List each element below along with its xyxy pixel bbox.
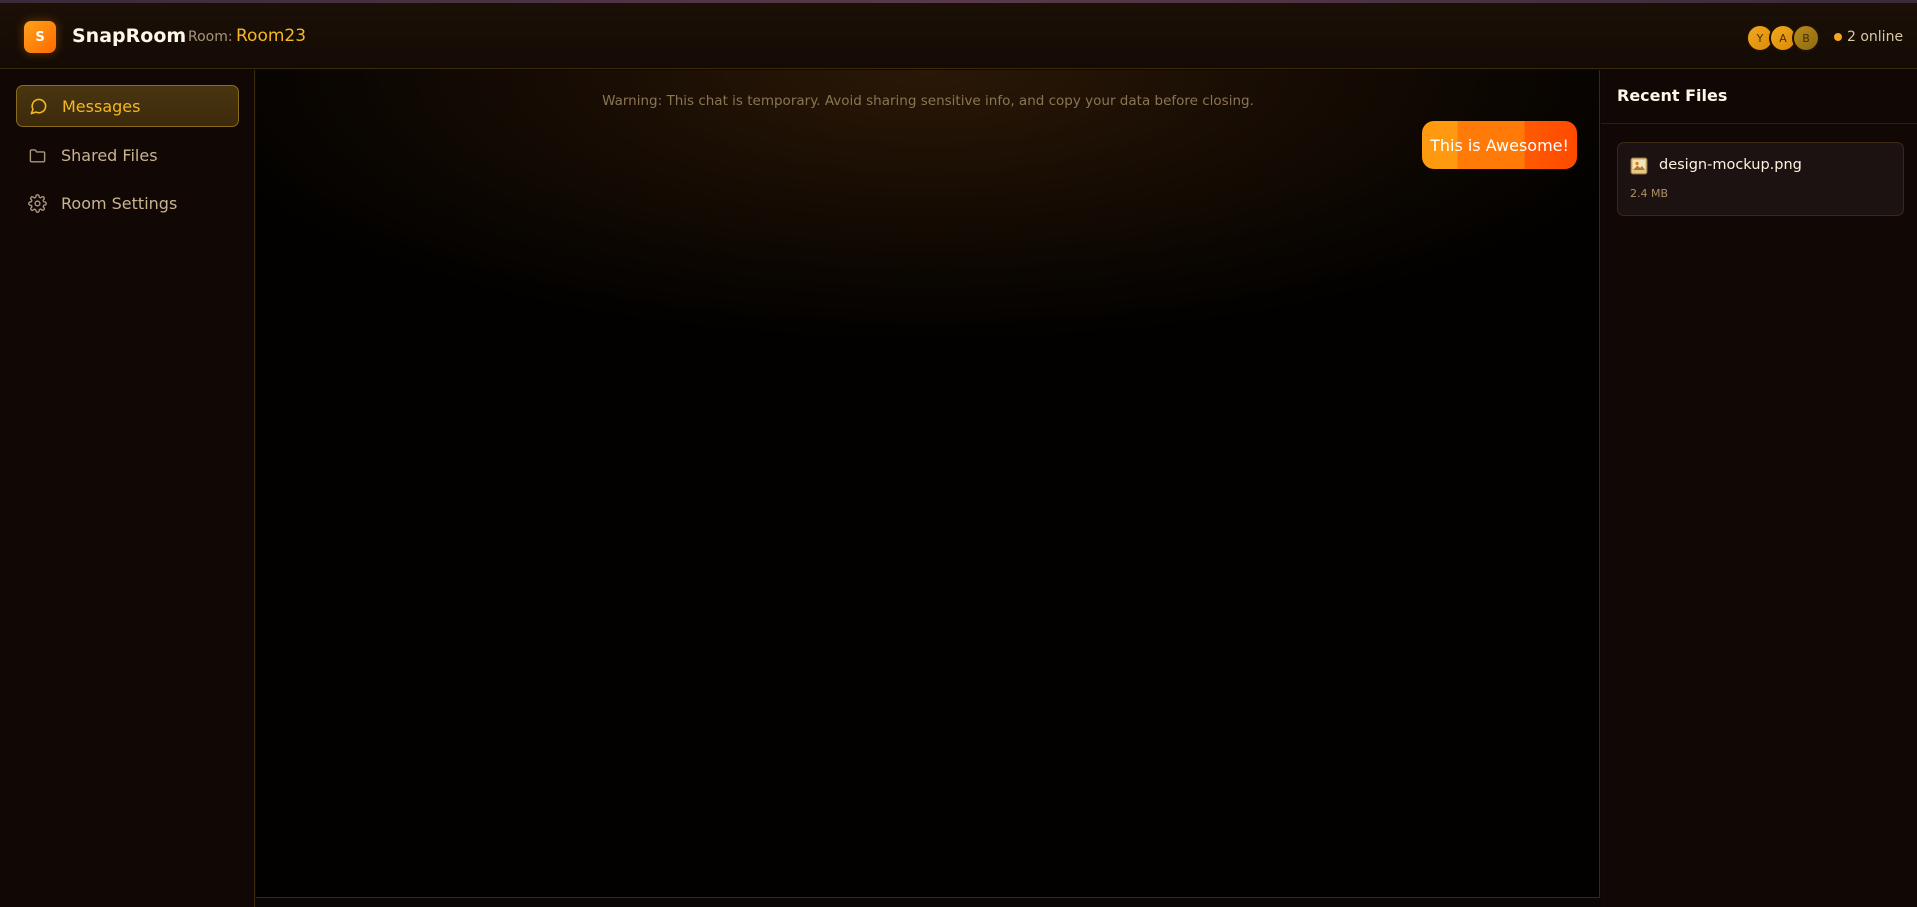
divider xyxy=(1601,123,1917,124)
room-name: Room23 xyxy=(236,26,307,46)
message-composer-edge xyxy=(256,897,1600,907)
gear-icon xyxy=(27,193,47,213)
sidebar-item-label: Room Settings xyxy=(61,193,178,213)
app-logo[interactable]: S xyxy=(24,21,56,53)
image-file-icon xyxy=(1630,157,1648,175)
online-dot-icon xyxy=(1834,33,1842,41)
room-label: Room: xyxy=(188,29,233,45)
avatar[interactable]: B xyxy=(1792,24,1820,52)
chat-area[interactable]: Warning: This chat is temporary. Avoid s… xyxy=(256,70,1600,897)
app-name: SnapRoom xyxy=(72,25,187,47)
top-bar: S SnapRoom Room: Room23 Y A B 2 online xyxy=(0,3,1917,69)
recent-files-title: Recent Files xyxy=(1617,86,1728,105)
online-status: 2 online xyxy=(1834,29,1903,45)
sidebar-item-messages[interactable]: Messages xyxy=(16,85,239,127)
message-bubble-own[interactable]: This is Awesome! xyxy=(1422,121,1577,169)
online-avatars: Y A B xyxy=(1746,24,1820,52)
recent-files-panel: Recent Files design-mockup.png 2.4 MB xyxy=(1601,70,1917,907)
folder-icon xyxy=(27,145,47,165)
sidebar-item-room-settings[interactable]: Room Settings xyxy=(16,182,239,224)
online-count: 2 online xyxy=(1847,29,1904,45)
sidebar: Messages Shared Files Room Settings xyxy=(0,70,255,907)
temporary-chat-warning: Warning: This chat is temporary. Avoid s… xyxy=(602,93,1254,109)
file-name: design-mockup.png xyxy=(1659,157,1802,173)
sidebar-item-shared-files[interactable]: Shared Files xyxy=(16,134,239,176)
file-size: 2.4 MB xyxy=(1630,187,1669,200)
file-card[interactable]: design-mockup.png 2.4 MB xyxy=(1617,142,1904,216)
sidebar-item-label: Shared Files xyxy=(61,145,158,165)
sidebar-item-label: Messages xyxy=(62,96,141,116)
chat-bubble-icon xyxy=(28,96,48,116)
